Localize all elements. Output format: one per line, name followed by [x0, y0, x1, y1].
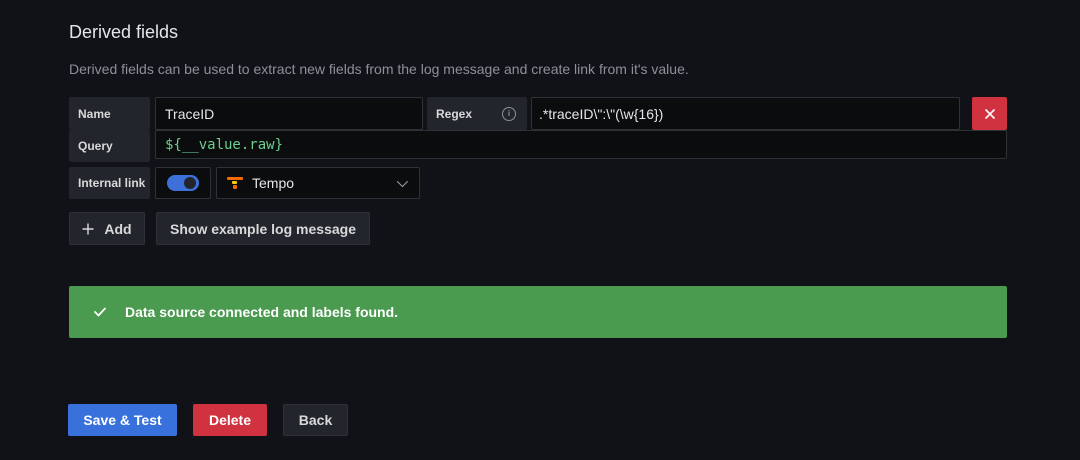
regex-label-text: Regex [436, 106, 473, 121]
add-field-button[interactable]: Add [69, 212, 145, 245]
toggle-knob [184, 177, 196, 189]
back-label: Back [298, 412, 333, 428]
remove-field-button[interactable] [972, 97, 1007, 130]
plus-icon [82, 223, 94, 234]
query-input-value: ${__value.raw} [165, 136, 284, 153]
regex-input[interactable]: .*traceID\":\"(\w{16}) [531, 97, 960, 130]
datasource-select-value: Tempo [252, 175, 295, 191]
check-icon [94, 307, 106, 317]
query-label: Query [69, 130, 150, 162]
name-input-value: TraceID [165, 105, 215, 122]
info-icon[interactable]: i [502, 106, 516, 121]
name-label-text: Name [78, 106, 111, 121]
add-field-label: Add [104, 220, 132, 237]
show-example-button[interactable]: Show example log message [156, 212, 370, 245]
delete-button[interactable]: Delete [193, 404, 267, 436]
internal-link-label-text: Internal link [78, 176, 146, 190]
chevron-down-icon [396, 175, 409, 188]
delete-label: Delete [208, 412, 252, 428]
regex-input-value: .*traceID\":\"(\w{16}) [539, 105, 664, 122]
alert-message: Data source connected and labels found. [125, 304, 399, 320]
section-description: Derived fields can be used to extract ne… [69, 61, 689, 77]
internal-link-label: Internal link [69, 167, 150, 199]
internal-link-toggle[interactable] [167, 175, 199, 191]
internal-link-toggle-wrapper [155, 167, 211, 199]
save-test-label: Save & Test [83, 412, 162, 428]
regex-label: Regex i [427, 97, 527, 130]
name-label: Name [69, 97, 150, 130]
tempo-logo-icon [227, 177, 243, 189]
success-alert: Data source connected and labels found. [69, 286, 1007, 338]
query-label-text: Query [78, 139, 113, 153]
datasource-select[interactable]: Tempo [216, 167, 420, 199]
section-title: Derived fields [69, 22, 179, 42]
name-input[interactable]: TraceID [155, 97, 423, 130]
show-example-label: Show example log message [170, 220, 356, 237]
back-button[interactable]: Back [283, 404, 348, 436]
query-input[interactable]: ${__value.raw} [155, 130, 1007, 159]
close-icon [984, 108, 995, 119]
save-test-button[interactable]: Save & Test [68, 404, 177, 436]
